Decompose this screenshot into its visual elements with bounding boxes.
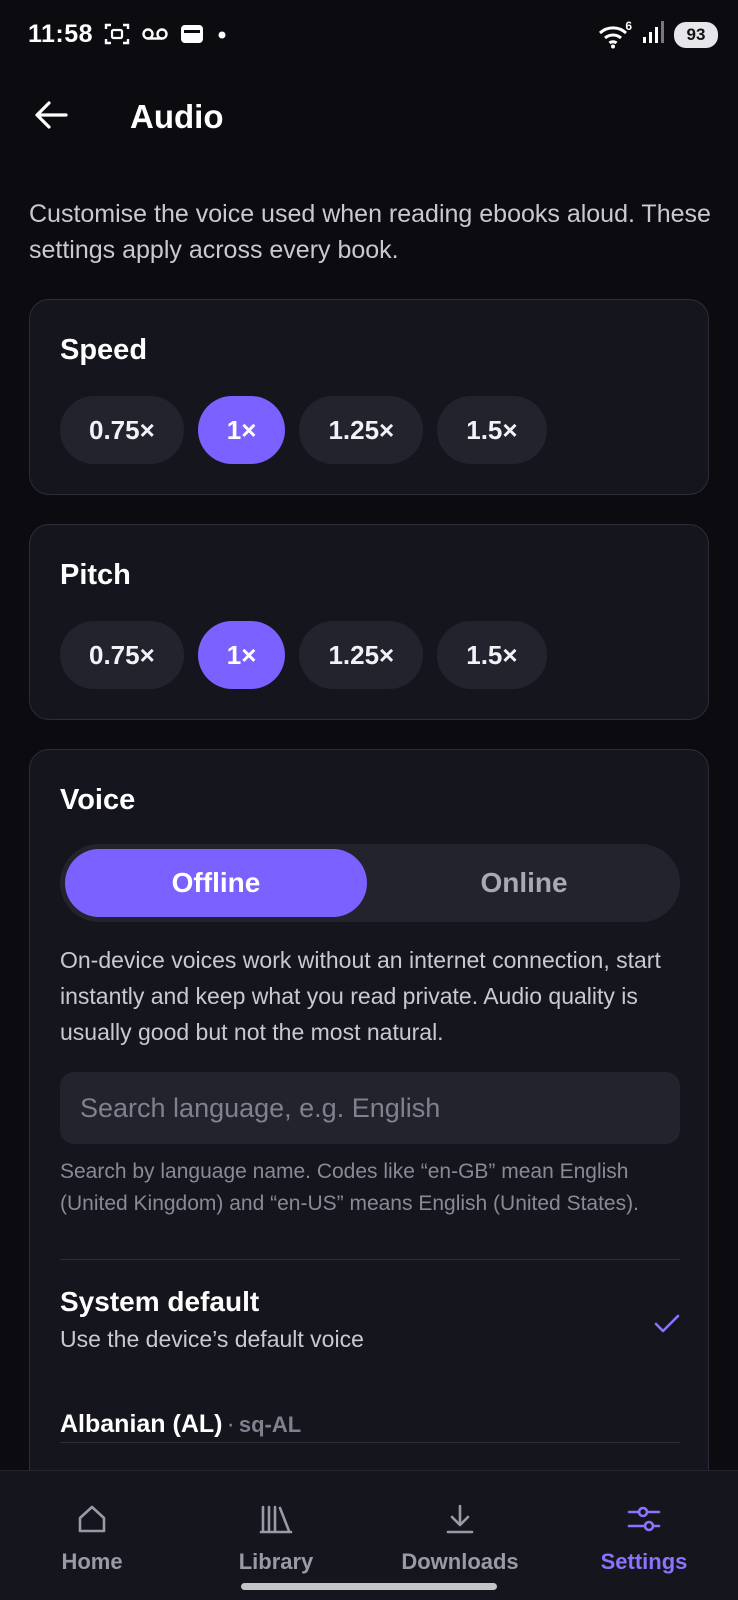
voicemail-icon: [142, 26, 168, 47]
status-time: 11:58: [28, 20, 94, 48]
status-icons-right: 6 93: [598, 18, 718, 49]
search-help-text: Search by language name. Codes like “en-…: [60, 1160, 639, 1215]
check-icon: [654, 1314, 680, 1339]
nav-home[interactable]: Home: [2, 1471, 182, 1591]
home-icon: [76, 1499, 108, 1539]
option-title: System default: [60, 1286, 260, 1317]
pitch-option-1-25[interactable]: 1.25×: [299, 621, 424, 689]
divider: [60, 1259, 680, 1260]
tab-online[interactable]: Online: [373, 849, 675, 917]
voice-description: On-device voices work without an interne…: [60, 947, 661, 1045]
language-name: Albanian (AL): [60, 1410, 223, 1438]
intro-text: Customise the voice used when reading eb…: [29, 200, 711, 264]
system-default-option[interactable]: System default Use the device’s default …: [60, 1286, 680, 1353]
pitch-option-1[interactable]: 1×: [197, 621, 286, 689]
dot-icon: [216, 28, 228, 46]
back-button[interactable]: [26, 92, 76, 142]
page-title: Audio: [130, 98, 224, 135]
language-separator: ·: [226, 1410, 235, 1438]
option-subtitle: Use the device’s default voice: [60, 1326, 364, 1352]
language-search-input[interactable]: [60, 1072, 680, 1144]
nav-library[interactable]: Library: [186, 1471, 366, 1591]
speed-option-1-5[interactable]: 1.5×: [437, 396, 547, 464]
voice-card: Voice Offline Online On-device voices wo…: [29, 749, 709, 1509]
signal-icon: [642, 20, 664, 49]
voice-source-toggle: Offline Online: [60, 844, 680, 922]
speed-option-1-25[interactable]: 1.25×: [299, 396, 424, 464]
speed-option-0-75[interactable]: 0.75×: [60, 396, 184, 464]
settings-sliders-icon: [627, 1499, 661, 1539]
pitch-card: Pitch 0.75× 1× 1.25× 1.5×: [29, 524, 709, 720]
pitch-title: Pitch: [60, 559, 131, 591]
library-icon: [259, 1499, 293, 1539]
nav-label: Downloads: [401, 1549, 519, 1574]
tab-offline[interactable]: Offline: [65, 849, 367, 917]
nav-settings[interactable]: Settings: [554, 1471, 734, 1591]
download-icon: [444, 1499, 476, 1539]
speed-option-1[interactable]: 1×: [197, 396, 286, 464]
speed-options: 0.75× 1× 1.25× 1.5×: [60, 396, 547, 464]
language-code: sq-AL: [238, 1412, 302, 1437]
nav-label: Home: [61, 1549, 123, 1574]
voice-title: Voice: [60, 784, 136, 816]
pitch-option-1-5[interactable]: 1.5×: [437, 621, 547, 689]
speed-card: Speed 0.75× 1× 1.25× 1.5×: [29, 299, 709, 495]
bottom-navigation: Home Library Downloads Settings: [0, 1470, 738, 1600]
header: Audio: [0, 84, 738, 154]
pitch-option-0-75[interactable]: 0.75×: [60, 621, 184, 689]
status-icons-left: [104, 22, 228, 51]
home-indicator: [241, 1583, 497, 1590]
language-row-albanian[interactable]: Albanian (AL) · sq-AL: [60, 1410, 680, 1439]
sim-card-icon: [180, 24, 204, 49]
wifi-label: 6: [625, 18, 632, 33]
nav-label: Library: [238, 1549, 314, 1574]
status-bar: 11:58 6 93: [0, 0, 738, 70]
arrow-left-icon: [34, 100, 68, 135]
nav-label: Settings: [600, 1549, 688, 1574]
pitch-options: 0.75× 1× 1.25× 1.5×: [60, 621, 547, 689]
battery-icon: 93: [674, 21, 718, 48]
nav-downloads[interactable]: Downloads: [370, 1471, 550, 1591]
screenshot-icon: [104, 22, 130, 51]
speed-title: Speed: [60, 334, 148, 366]
divider: [60, 1442, 680, 1443]
wifi-icon: 6: [598, 18, 632, 49]
